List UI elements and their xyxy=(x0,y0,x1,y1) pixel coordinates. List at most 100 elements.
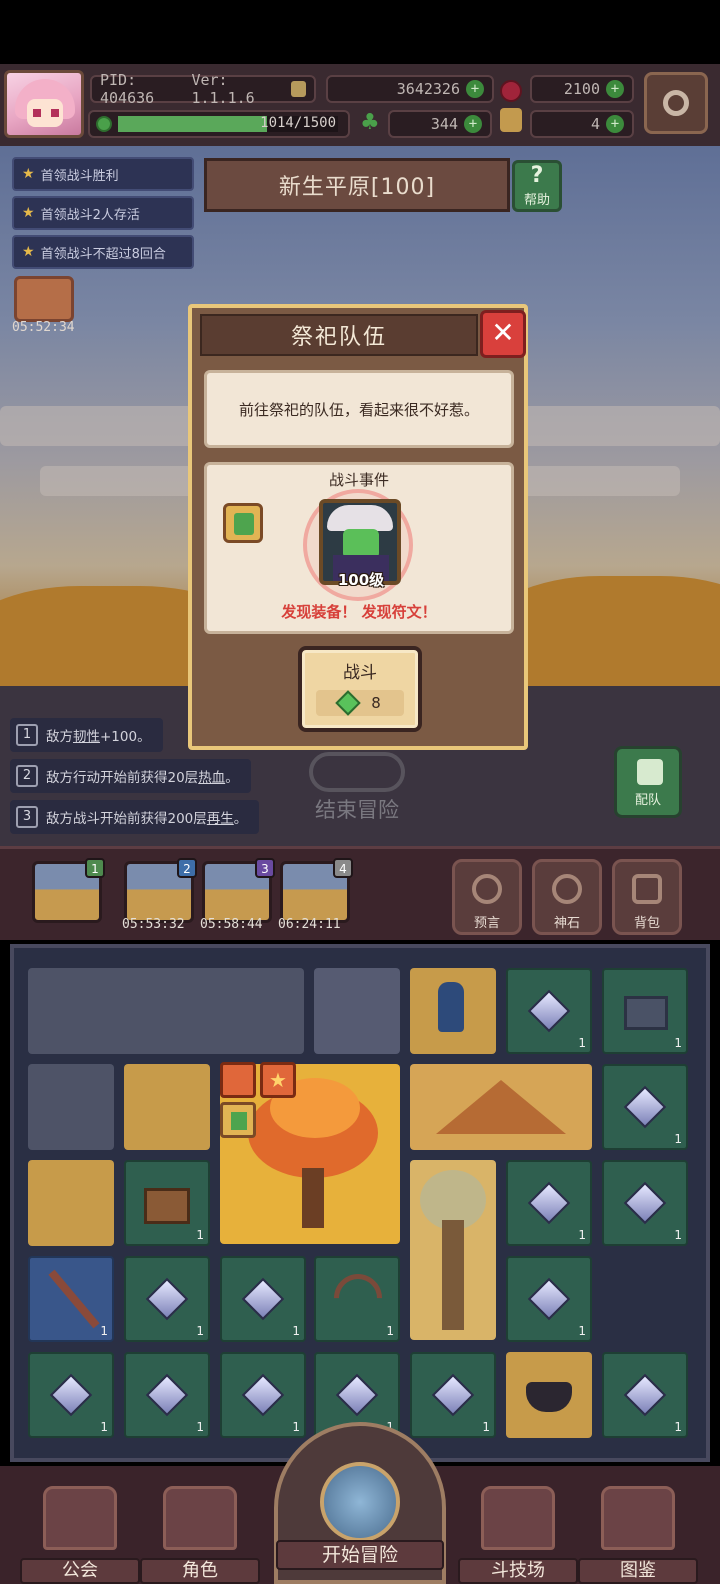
clover-amount: 344 xyxy=(430,115,458,133)
crystal-tile[interactable]: 1 xyxy=(602,1352,688,1438)
crystal-tile[interactable]: 1 xyxy=(220,1352,306,1438)
chest-tile[interactable]: 1 xyxy=(124,1160,210,1246)
slot-timer: 05:53:32 xyxy=(122,917,185,932)
event-dialog: 祭祀队伍 ✕ 前往祭祀的队伍，看起来很不好惹。 战斗事件 100级 发现装备！ … xyxy=(188,304,528,750)
keyword-link[interactable]: 韧性 xyxy=(73,725,100,745)
crystal-tile[interactable]: 1 xyxy=(410,1352,496,1438)
keyword-link[interactable]: 热血 xyxy=(198,766,225,786)
fog-tile xyxy=(28,1064,114,1150)
clover-box: 344 + xyxy=(388,110,492,138)
fight-label: 战斗 xyxy=(343,663,377,683)
staff-tile[interactable]: 1 xyxy=(28,1256,114,1342)
hero-tile[interactable] xyxy=(410,968,496,1054)
star-icon: ★ xyxy=(22,205,35,221)
enemy-level: 100级 xyxy=(337,571,385,589)
star-icon: ★ xyxy=(22,244,35,260)
thumbs-up-icon[interactable] xyxy=(223,503,263,543)
crystal-tile[interactable]: 1 xyxy=(28,1352,114,1438)
clover-icon: ♣ xyxy=(360,110,380,135)
gold-box: 3642326 + xyxy=(326,75,494,103)
gift-timer: 05:52:34 xyxy=(12,320,75,335)
nav-arena[interactable]: 斗技场 xyxy=(458,1486,578,1584)
team-button[interactable]: 配队 xyxy=(614,746,682,818)
enemy-buff: 2 敌方行动开始前获得20层 热血。 xyxy=(10,759,251,793)
staff-icon xyxy=(48,1269,100,1329)
status-bar-area xyxy=(0,0,720,64)
gift-chest-icon[interactable] xyxy=(14,276,74,322)
prophecy-button[interactable]: 预言 xyxy=(452,859,522,935)
add-gold-icon[interactable]: + xyxy=(466,80,484,98)
settings-button[interactable] xyxy=(644,72,708,134)
sand-tile[interactable] xyxy=(28,1160,114,1246)
energy-value: 1014/1500 xyxy=(260,115,336,131)
add-clover-icon[interactable]: + xyxy=(464,115,482,133)
campfire-tile[interactable] xyxy=(506,1352,592,1438)
slot-timer: 05:58:44 xyxy=(200,917,263,932)
keyword-link[interactable]: 再生 xyxy=(207,807,234,827)
quest-item: ★ 首领战斗不超过8回合 xyxy=(12,235,194,269)
gold-amount: 3642326 xyxy=(396,80,460,98)
adventure-slot[interactable]: 4 xyxy=(280,858,353,923)
ruby-box: 2100 + xyxy=(530,75,634,103)
crystal-icon xyxy=(241,1277,285,1321)
fight-button[interactable]: 战斗 8 xyxy=(298,646,422,732)
crystal-icon xyxy=(527,1277,571,1321)
chest-icon xyxy=(144,1188,190,1224)
pale-tree-tile[interactable] xyxy=(410,1160,496,1340)
crystal-tile[interactable]: 1 xyxy=(506,1256,592,1342)
crystal-icon xyxy=(527,989,571,1033)
crystal-tile[interactable]: 1 xyxy=(220,1256,306,1342)
add-key-icon[interactable]: + xyxy=(606,115,624,133)
player-avatar[interactable] xyxy=(4,70,84,138)
thumbs-up-marker-icon xyxy=(220,1102,256,1138)
event-description: 前往祭祀的队伍，看起来很不好惹。 xyxy=(204,370,514,448)
nav-guild[interactable]: 公会 xyxy=(20,1486,140,1584)
crystal-tile[interactable]: 1 xyxy=(602,1160,688,1246)
end-adventure-button[interactable]: 结束冒险 xyxy=(300,752,414,828)
quest-item: ★ 首领战斗胜利 xyxy=(12,157,194,191)
backpack-icon xyxy=(632,874,662,904)
energy-bar: 1014/1500 xyxy=(88,110,350,138)
adventure-slot[interactable]: 2 xyxy=(124,858,197,923)
crystal-icon xyxy=(49,1373,93,1417)
chest-tile[interactable]: 1 xyxy=(602,968,688,1054)
adventure-slot[interactable]: 3 xyxy=(202,858,275,923)
haystack-tile[interactable] xyxy=(410,1064,592,1150)
help-label: 帮助 xyxy=(523,193,550,208)
crystal-icon xyxy=(623,1085,667,1129)
fight-cost: 8 xyxy=(316,690,404,716)
map-grid: 1 1 ★ 1 1 1 1 1 1 1 1 1 1 1 1 1 1 1 xyxy=(10,944,710,1462)
close-icon: ✕ xyxy=(491,316,515,349)
ruby-amount: 2100 xyxy=(563,80,600,98)
crystal-icon xyxy=(527,1181,571,1225)
help-button[interactable]: ? 帮助 xyxy=(512,160,562,212)
crystal-tile[interactable]: 1 xyxy=(124,1256,210,1342)
event-rewards: 发现装备！ 发现符文！ xyxy=(281,603,437,621)
sand-tile[interactable] xyxy=(124,1064,210,1150)
bow-tile[interactable]: 1 xyxy=(314,1256,400,1342)
crystal-icon xyxy=(623,1373,667,1417)
fog-tile xyxy=(314,968,400,1054)
close-button[interactable]: ✕ xyxy=(480,310,526,358)
star-marker-icon: ★ xyxy=(260,1062,296,1098)
crystal-tile[interactable]: 1 xyxy=(506,1160,592,1246)
crystal-tile[interactable]: 1 xyxy=(602,1064,688,1150)
crystal-tile[interactable]: 1 xyxy=(124,1352,210,1438)
gear-icon xyxy=(663,90,689,116)
backpack-button[interactable]: 背包 xyxy=(612,859,682,935)
nav-codex[interactable]: 图鉴 xyxy=(578,1486,698,1584)
event-type-label: 战斗事件 xyxy=(328,471,389,489)
add-ruby-icon[interactable]: + xyxy=(606,80,624,98)
godstone-button[interactable]: 神石 xyxy=(532,859,602,935)
crystal-tile[interactable]: 1 xyxy=(506,968,592,1054)
crystal-icon xyxy=(431,1373,475,1417)
book-icon xyxy=(601,1486,675,1550)
adventure-slot[interactable]: 1 xyxy=(32,858,105,923)
energy-progress: 1014/1500 xyxy=(118,115,338,132)
battle-event-panel: 战斗事件 100级 发现装备！ 发现符文！ xyxy=(204,462,514,634)
start-adventure-button[interactable]: 开始冒险 xyxy=(274,1422,446,1584)
prophecy-icon xyxy=(472,874,502,904)
character-icon xyxy=(163,1486,237,1550)
cauldron-icon xyxy=(526,1382,572,1412)
nav-character[interactable]: 角色 xyxy=(140,1486,260,1584)
